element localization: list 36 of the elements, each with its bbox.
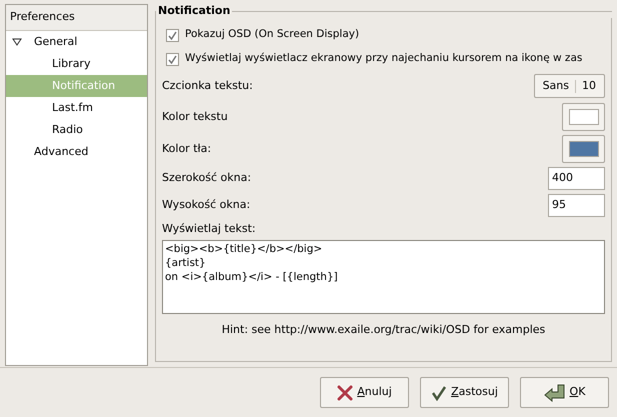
checkbox[interactable] [166, 52, 179, 66]
checkbox[interactable] [166, 28, 179, 42]
field-label: Kolor tekstu [162, 108, 228, 125]
column-header[interactable]: Preferences [6, 5, 147, 31]
color-button[interactable] [562, 135, 605, 163]
tree-item[interactable]: General [6, 31, 147, 53]
checkbox-label: Pokazuj OSD (On Screen Display) [185, 27, 360, 42]
font-button[interactable]: Sans 10 [534, 74, 605, 98]
check-icon [168, 54, 177, 64]
number-field[interactable]: 400 [548, 167, 605, 190]
text-line: {artist} [165, 256, 207, 270]
expanded-triangle-icon[interactable] [12, 38, 22, 46]
hint-text: Hint: see http://www.exaile.org/trac/wiki/OSD for examples [222, 322, 546, 338]
text-line: <big><b>{title}</b></big> [165, 242, 324, 256]
dialog-button[interactable]: Anuluj [320, 377, 409, 408]
tree-item[interactable]: Last.fm [6, 97, 147, 119]
tree-item[interactable]: Advanced [6, 141, 147, 163]
checkmark-icon [431, 384, 448, 400]
color-button[interactable] [562, 103, 605, 131]
checkbox-label: Wyświetlaj wyświetlacz ekranowy przy najechaniu kursorem na ikonę w zas [185, 51, 582, 66]
dialog-button[interactable]: OK [520, 377, 609, 408]
number-field[interactable]: 95 [548, 194, 605, 217]
field-label: Czcionka tekstu: [162, 78, 253, 94]
return-arrow-icon [544, 384, 566, 402]
field-label: Wyświetlaj tekst: [162, 221, 257, 237]
field-label: Wysokość okna: [162, 197, 250, 214]
field-label: Kolor tła: [162, 140, 212, 157]
tree-item[interactable]: Radio [6, 119, 147, 141]
check-icon [168, 30, 177, 40]
text-area[interactable]: <big><b>{title}</b></big> {artist} on <i>{album}</i> - [{length}] [162, 240, 605, 314]
section-title: Notification [157, 4, 232, 18]
text-line: on <i>{album}</i> - [{length}] [165, 270, 339, 284]
cross-icon [337, 384, 354, 400]
tree-item[interactable]: Library [6, 53, 147, 75]
dialog-button[interactable]: Zastosuj [420, 377, 509, 408]
field-label: Szerokość okna: [162, 170, 252, 186]
